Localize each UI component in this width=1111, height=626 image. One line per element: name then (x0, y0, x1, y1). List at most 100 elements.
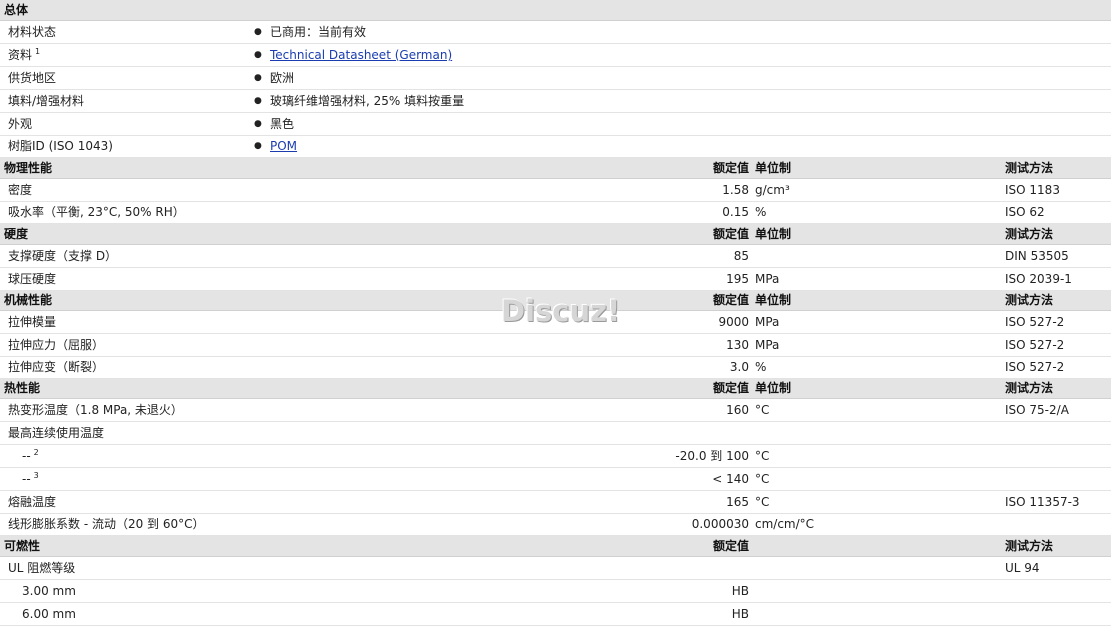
test-method: ISO 1183 (1005, 183, 1060, 197)
property-name-text: 最高连续使用温度 (8, 426, 105, 440)
column-header-unit: 单位制 (755, 381, 792, 395)
property-name: -- 2 (22, 445, 39, 469)
section-title: 物理性能 (4, 158, 52, 178)
test-method: ISO 11357-3 (1005, 495, 1080, 509)
property-name: 3.00 mm (22, 580, 76, 602)
property-name-text: 拉伸应变（断裂） (8, 360, 105, 374)
property-name: 6.00 mm (22, 603, 76, 625)
unit: MPa (755, 272, 780, 286)
section-header: 硬度 额定值 单位制 测试方法 (0, 224, 1111, 245)
property-name: 吸水率（平衡, 23°C, 50% RH） (8, 202, 185, 223)
property-name: 最高连续使用温度 (8, 422, 104, 444)
property-name: -- 3 (22, 468, 39, 492)
nominal-value: 85 (733, 249, 749, 263)
bullet-icon: ● (254, 50, 262, 60)
property-name-text: 总体 (4, 3, 29, 17)
property-row: 拉伸应变（断裂） 3.0% ISO 527-2 (0, 357, 1111, 379)
property-row: 3.00 mm HB (0, 580, 1111, 603)
property-name-text: 密度 (8, 183, 33, 197)
nominal-value: 1.58 (722, 183, 749, 197)
column-header-value: 额定值 (712, 539, 749, 553)
property-name: 拉伸模量 (8, 311, 56, 333)
property-row: 线形膨胀系数 - 流动（20 到 60°C） 0.000030 cm/cm/°C (0, 514, 1111, 536)
nominal-value: 9000 (718, 315, 749, 329)
nominal-value: 195 (726, 272, 749, 286)
unit: °C (755, 403, 770, 417)
property-name-text: 6.00 mm (22, 607, 76, 621)
unit: g/cm³ (755, 183, 790, 197)
nominal-value: 165 (726, 495, 749, 509)
test-method: ISO 527-2 (1005, 338, 1065, 352)
nominal-value: 160 (726, 403, 749, 417)
property-name-text: 供货地区 (8, 71, 57, 85)
property-name-text: 硬度 (4, 227, 29, 241)
property-row: 拉伸应力（屈服） 130 MPa ISO 527-2 (0, 334, 1111, 357)
info-link[interactable]: Technical Datasheet (German) (270, 44, 452, 66)
unit: cm/cm/°C (755, 517, 815, 531)
property-row: 供货地区 ● 欧洲 (0, 67, 1111, 90)
property-row: 热变形温度（1.8 MPa, 未退火） 160 °C ISO 75-2/A (0, 399, 1111, 422)
column-header-value: 额定值 (712, 161, 749, 175)
info-link[interactable]: POM (270, 136, 297, 157)
nominal-value: HB (731, 584, 749, 598)
section-title: 硬度 (4, 224, 28, 244)
property-row: 吸水率（平衡, 23°C, 50% RH） 0.15% ISO 62 (0, 202, 1111, 224)
property-name-text: 材料状态 (8, 25, 57, 39)
property-name-text: -- (22, 472, 31, 486)
property-name-text: 树脂ID (ISO 1043) (8, 139, 113, 153)
property-name: 资料 1 (8, 44, 40, 68)
property-name-text: 熔融温度 (8, 495, 57, 509)
section-header: 物理性能 额定值 单位制 测试方法 (0, 158, 1111, 179)
section-title: 可燃性 (4, 536, 40, 556)
property-name: 填料/增强材料 (8, 90, 84, 112)
nominal-value: 0.000030 (691, 517, 749, 531)
nominal-value: 0.15 (722, 205, 749, 219)
unit: MPa (755, 338, 780, 352)
bullet-icon: ● (254, 119, 262, 129)
property-name-text: 资料 (8, 48, 33, 62)
nominal-value: -20.0 到 100 (675, 449, 749, 463)
footnote-marker: 2 (33, 448, 39, 457)
property-name-text: 可燃性 (4, 539, 41, 553)
property-name-text: 3.00 mm (22, 584, 76, 598)
property-name: 拉伸应变（断裂） (8, 357, 104, 378)
property-row: 最高连续使用温度 (0, 422, 1111, 445)
column-header-value: 额定值 (712, 293, 749, 307)
column-header-method: 测试方法 (1005, 161, 1054, 175)
test-method: UL 94 (1005, 561, 1040, 575)
unit: MPa (755, 315, 780, 329)
info-value: 玻璃纤维增强材料, 25% 填料按重量 (270, 94, 465, 108)
column-header-method: 测试方法 (1005, 227, 1054, 241)
column-header-unit: 单位制 (755, 161, 792, 175)
property-row: -- 2 -20.0 到 100 °C (0, 445, 1111, 468)
section-title: 总体 (4, 0, 28, 20)
property-name-text: 外观 (8, 117, 33, 131)
section-title: 热性能 (4, 379, 40, 398)
property-name-text: UL 阻燃等级 (8, 561, 76, 575)
column-header-unit: 单位制 (755, 227, 792, 241)
property-name-text: -- (22, 449, 31, 463)
property-row: 6.00 mm HB (0, 603, 1111, 626)
section-title: 机械性能 (4, 291, 52, 310)
property-name: 熔融温度 (8, 491, 56, 513)
unit: % (755, 360, 767, 374)
test-method: ISO 527-2 (1005, 360, 1065, 374)
property-name-text: 吸水率（平衡, 23°C, 50% RH） (8, 205, 185, 219)
property-name-text: 热变形温度（1.8 MPa, 未退火） (8, 403, 183, 417)
column-header-value: 额定值 (712, 381, 749, 395)
property-name: 密度 (8, 179, 32, 201)
unit: °C (755, 449, 770, 463)
info-value: 欧洲 (270, 71, 295, 85)
property-name: 供货地区 (8, 67, 56, 89)
column-header-method: 测试方法 (1005, 293, 1054, 307)
property-name-text: 球压硬度 (8, 272, 57, 286)
nominal-value: 3.0 (729, 360, 749, 374)
property-name: 球压硬度 (8, 268, 56, 290)
property-row: UL 阻燃等级 UL 94 (0, 557, 1111, 580)
footnote-marker: 1 (35, 47, 41, 56)
unit: °C (755, 472, 770, 486)
property-name-text: 机械性能 (4, 293, 53, 307)
property-name: 热变形温度（1.8 MPa, 未退火） (8, 399, 183, 421)
section-header: 总体 (0, 0, 1111, 21)
property-row: 资料 1 ● Technical Datasheet (German) (0, 44, 1111, 67)
